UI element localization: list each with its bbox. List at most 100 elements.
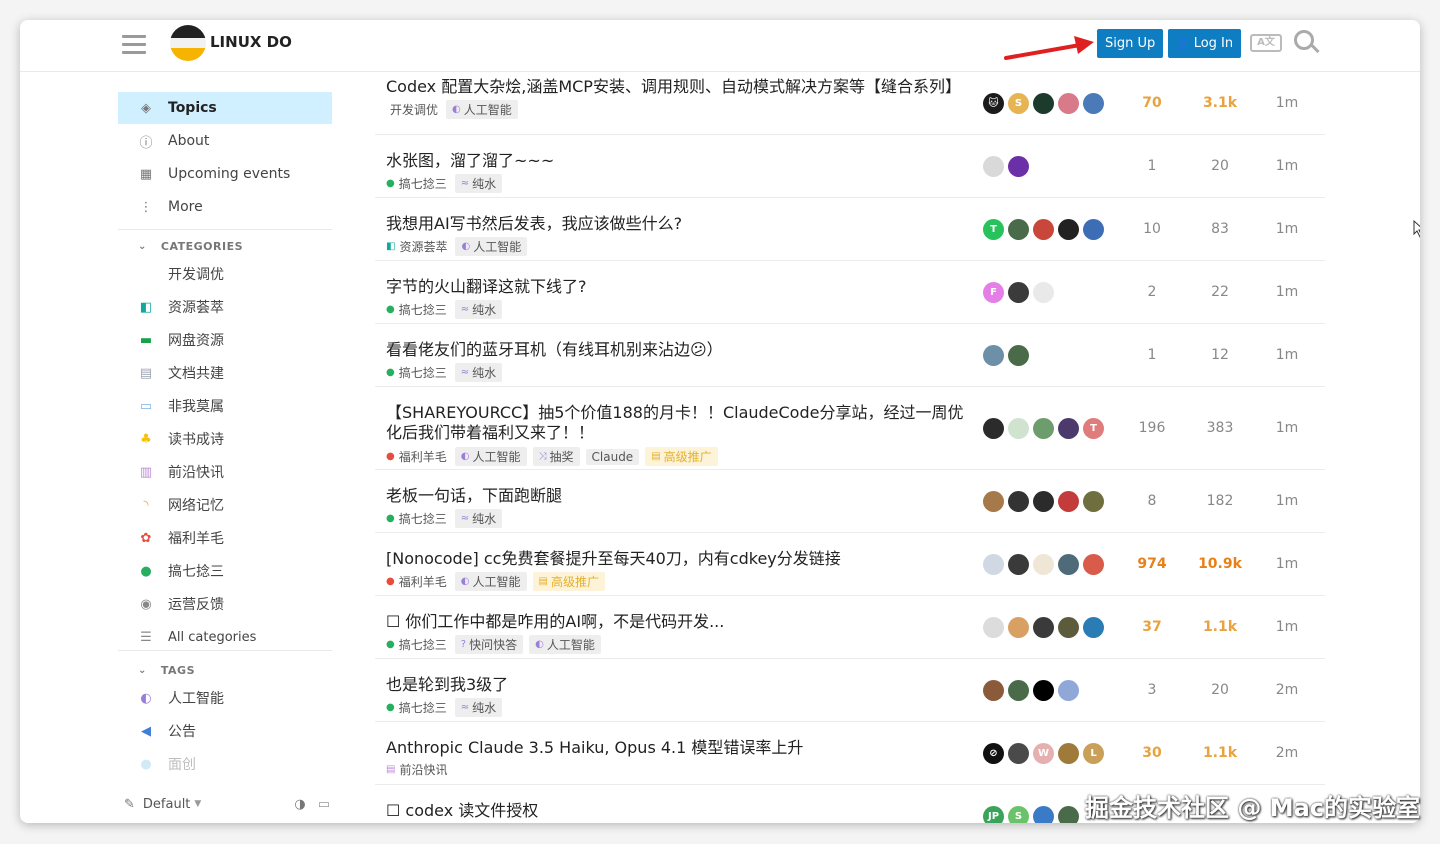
avatar[interactable] — [1083, 93, 1104, 114]
sidebar-item-more[interactable]: ⋮ More — [118, 191, 332, 223]
sidebar-tag-item[interactable]: ● 面创 — [118, 748, 332, 780]
avatar[interactable] — [1058, 491, 1079, 512]
topic-activity[interactable]: 1m — [1262, 221, 1312, 237]
avatar[interactable] — [1033, 491, 1054, 512]
topic-title[interactable]: 老板一句话，下面跑断腿 — [386, 486, 971, 506]
avatar[interactable] — [1033, 93, 1054, 114]
sidebar-category-item[interactable]: ▭ 非我莫属 — [118, 390, 332, 422]
topic-activity[interactable]: 1m — [1262, 347, 1312, 363]
dark-mode-toggle-icon[interactable]: ◑ — [294, 797, 305, 812]
avatar[interactable] — [1008, 617, 1029, 638]
topic-row[interactable]: [Nonocode] cc免费套餐提升至每天40刀，内有cdkey分发链接 ● 福利… — [375, 533, 1325, 596]
topic-category[interactable]: ● 搞七捻三 — [386, 364, 447, 381]
sidebar-item-topics[interactable]: ◈ Topics — [118, 92, 332, 124]
avatar[interactable]: F — [983, 282, 1004, 303]
topic-activity[interactable]: 1m — [1262, 556, 1312, 572]
avatar[interactable] — [1058, 418, 1079, 439]
topic-row[interactable]: 老板一句话，下面跑断腿 ● 搞七捻三 ≈ 纯水 8 182 1m — [375, 470, 1325, 533]
sidebar-category-item[interactable]: ◝ 网络记忆 — [118, 489, 332, 521]
translate-icon[interactable]: A文 — [1250, 34, 1282, 52]
topic-activity[interactable]: 1m — [1262, 158, 1312, 174]
topic-title[interactable]: ☐ 你们工作中都是咋用的AI啊，不是代码开发... — [386, 612, 971, 632]
topic-title[interactable]: 【SHAREYOURCC】抽5个价值188的月卡！！ClaudeCode分享站，… — [386, 403, 971, 443]
topic-title[interactable]: Codex 配置大杂烩,涵盖MCP安装、调用规则、自动模式解决方案等【缝合系列】 — [386, 77, 971, 97]
avatar[interactable] — [1033, 554, 1054, 575]
topic-row[interactable]: 也是轮到我3级了 ● 搞七捻三 ≈ 纯水 3 20 2m — [375, 659, 1325, 722]
topic-row[interactable]: 【SHAREYOURCC】抽5个价值188的月卡！！ClaudeCode分享站，… — [375, 387, 1325, 470]
topic-tag[interactable]: ≈ 纯水 — [454, 300, 503, 319]
theme-selector[interactable]: Default — [143, 797, 191, 812]
site-logo[interactable] — [170, 25, 206, 61]
topic-title[interactable]: 水张图，溜了溜了~~~ — [386, 151, 971, 171]
avatar[interactable] — [983, 156, 1004, 177]
search-icon[interactable] — [1294, 30, 1320, 56]
topic-category[interactable]: ◧ 资源荟萃 — [386, 238, 447, 255]
hamburger-menu-icon[interactable] — [122, 32, 146, 56]
topic-row[interactable]: Codex 配置大杂烩,涵盖MCP安装、调用规则、自动模式解决方案等【缝合系列】… — [375, 72, 1325, 135]
topic-activity[interactable]: 1m — [1262, 493, 1312, 509]
avatar[interactable]: W — [1033, 743, 1054, 764]
avatar[interactable] — [1008, 345, 1029, 366]
avatar[interactable] — [1008, 680, 1029, 701]
topic-title[interactable]: ☐ codex 读文件授权 — [386, 801, 971, 821]
avatar[interactable] — [1033, 806, 1054, 823]
topic-category[interactable]: ● 搞七捻三 — [386, 175, 447, 192]
topic-row[interactable]: 水张图，溜了溜了~~~ ● 搞七捻三 ≈ 纯水 1 20 1m — [375, 135, 1325, 198]
sidebar-category-item[interactable]: ● 搞七捻三 — [118, 555, 332, 587]
avatar[interactable] — [1033, 219, 1054, 240]
log-in-button[interactable]: 👤 Log In — [1168, 29, 1242, 58]
avatar[interactable] — [1058, 743, 1079, 764]
avatar[interactable] — [1033, 617, 1054, 638]
avatar[interactable]: 🐱 — [983, 93, 1004, 114]
topic-row[interactable]: 我想用AI写书然后发表，我应该做些什么? ◧ 资源荟萃 ◐ 人工智能 T 10 83 1m — [375, 198, 1325, 261]
topic-row[interactable]: Anthropic Claude 3.5 Haiku, Opus 4.1 模型错… — [375, 722, 1325, 785]
avatar[interactable] — [1008, 418, 1029, 439]
topic-tag[interactable]: ◐ 人工智能 — [454, 572, 527, 591]
avatar[interactable] — [1033, 282, 1054, 303]
sidebar-item-about[interactable]: ⓘ About — [118, 125, 332, 157]
topic-tag[interactable]: ≈ 纯水 — [454, 363, 503, 382]
topic-category[interactable]: ● 福利羊毛 — [386, 573, 447, 590]
topic-tag[interactable]: ◐ 人工智能 — [454, 447, 527, 466]
avatar[interactable] — [1008, 554, 1029, 575]
avatar[interactable] — [983, 680, 1004, 701]
topic-tag[interactable]: ▤ 高级推广 — [532, 572, 605, 591]
sidebar-item-upcoming-events[interactable]: ▦ Upcoming events — [118, 158, 332, 190]
avatar[interactable]: L — [1083, 743, 1104, 764]
sidebar-category-item[interactable]: ▤ 文档共建 — [118, 357, 332, 389]
sidebar-category-item[interactable]: ♣ 读书成诗 — [118, 423, 332, 455]
avatar[interactable] — [1033, 680, 1054, 701]
topic-title[interactable]: Anthropic Claude 3.5 Haiku, Opus 4.1 模型错… — [386, 738, 971, 758]
sidebar-category-item[interactable]: ☰ All categories — [118, 621, 332, 653]
avatar[interactable] — [1008, 743, 1029, 764]
topic-title[interactable]: [Nonocode] cc免费套餐提升至每天40刀，内有cdkey分发链接 — [386, 549, 971, 569]
topic-category[interactable]: ▤ 前沿快讯 — [386, 761, 447, 778]
avatar[interactable]: T — [1083, 418, 1104, 439]
topic-tag[interactable]: Claude — [585, 448, 640, 465]
topic-tag[interactable]: ≈ 纯水 — [454, 698, 503, 717]
topic-category[interactable]: ● 搞七捻三 — [386, 301, 447, 318]
chevron-down-icon[interactable]: ▼ — [194, 799, 201, 809]
topic-tag[interactable]: ? 快问快答 — [454, 635, 524, 654]
topic-title[interactable]: 我想用AI写书然后发表，我应该做些什么? — [386, 214, 971, 234]
sidebar-tag-item[interactable]: ◐ 人工智能 — [118, 682, 332, 714]
categories-heading[interactable]: ⌄ CATEGORIES — [138, 240, 243, 253]
topic-tag[interactable]: ▤ 高级推广 — [645, 447, 718, 466]
topic-activity[interactable]: 1m — [1262, 284, 1312, 300]
topic-activity[interactable]: 2m — [1262, 745, 1312, 761]
topic-tag[interactable]: ≈ 纯水 — [454, 509, 503, 528]
sidebar-category-item[interactable]: ▥ 前沿快讯 — [118, 456, 332, 488]
avatar[interactable]: T — [983, 219, 1004, 240]
topic-row[interactable]: 字节的火山翻译这就下线了? ● 搞七捻三 ≈ 纯水 F 2 22 1m — [375, 261, 1325, 324]
sidebar-category-item[interactable]: 开发调优 — [118, 258, 332, 290]
topic-activity[interactable]: 2m — [1262, 682, 1312, 698]
sign-up-button[interactable]: Sign Up — [1097, 29, 1164, 58]
avatar[interactable] — [1058, 219, 1079, 240]
avatar[interactable] — [983, 617, 1004, 638]
avatar[interactable] — [1083, 554, 1104, 575]
avatar[interactable] — [1033, 418, 1054, 439]
topic-tag[interactable]: ◐ 人工智能 — [446, 100, 518, 119]
topic-row[interactable]: ☐ 你们工作中都是咋用的AI啊，不是代码开发... ● 搞七捻三? 快问快答 ◐ 人工智能… — [375, 596, 1325, 659]
avatar[interactable] — [1008, 156, 1029, 177]
topic-tag[interactable]: ◐ 人工智能 — [529, 635, 601, 654]
